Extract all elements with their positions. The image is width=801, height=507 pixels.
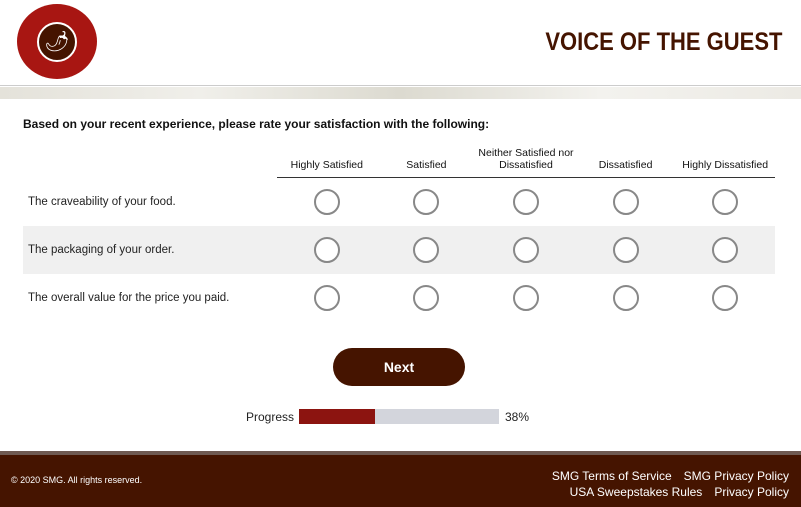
radio-button[interactable] <box>712 237 739 263</box>
radio-button[interactable] <box>612 285 639 311</box>
radio-button[interactable] <box>512 285 539 311</box>
radio-button[interactable] <box>512 237 539 263</box>
radio-button[interactable] <box>313 237 340 263</box>
chipotle-logo: 🌶 <box>17 4 97 79</box>
radio-button[interactable] <box>313 285 340 311</box>
header: 🌶 VOICE OF THE GUEST <box>0 0 801 86</box>
next-button[interactable]: Next <box>333 348 465 386</box>
radio-button[interactable] <box>712 189 739 215</box>
smg-privacy-link[interactable]: SMG Privacy Policy <box>684 469 789 483</box>
footer: © 2020 SMG. All rights reserved. SMG Ter… <box>0 451 801 507</box>
row-label: The overall value for the price you paid… <box>28 292 230 304</box>
column-header: Satisfied <box>406 159 447 171</box>
rating-row: The overall value for the price you paid… <box>23 274 775 322</box>
progress-label: Progress <box>246 410 295 424</box>
radio-button[interactable] <box>413 237 440 263</box>
radio-button[interactable] <box>512 189 539 215</box>
radio-button[interactable] <box>413 285 440 311</box>
radio-button[interactable] <box>612 189 639 215</box>
column-header: Highly Satisfied <box>290 159 363 171</box>
radio-button[interactable] <box>313 189 340 215</box>
copyright: © 2020 SMG. All rights reserved. <box>11 475 143 485</box>
rating-row: The craveability of your food. <box>23 178 775 226</box>
question-text: Based on your recent experience, please … <box>23 117 490 131</box>
terms-link[interactable]: SMG Terms of Service <box>552 469 672 483</box>
progress-fill <box>299 409 375 424</box>
column-header: Highly Dissatisfied <box>682 159 769 171</box>
column-headers: Highly Satisfied Satisfied Neither Satis… <box>277 147 775 178</box>
page-title: VOICE OF THE GUEST <box>544 28 782 56</box>
row-label: The craveability of your food. <box>28 196 176 208</box>
row-label: The packaging of your order. <box>28 244 175 256</box>
rating-row: The packaging of your order. <box>23 226 775 274</box>
radio-button[interactable] <box>612 237 639 263</box>
pepper-icon: 🌶 <box>37 21 77 62</box>
column-header: Dissatisfied <box>598 159 653 171</box>
privacy-policy-link[interactable]: Privacy Policy <box>714 485 789 499</box>
column-header: Neither Satisfied nor Dissatisfied <box>478 147 574 171</box>
progress-bar <box>299 409 499 424</box>
radio-button[interactable] <box>712 285 739 311</box>
radio-button[interactable] <box>413 189 440 215</box>
progress-value: 38% <box>505 410 530 424</box>
sweepstakes-rules-link[interactable]: USA Sweepstakes Rules <box>570 485 703 499</box>
decorative-band <box>0 87 801 99</box>
